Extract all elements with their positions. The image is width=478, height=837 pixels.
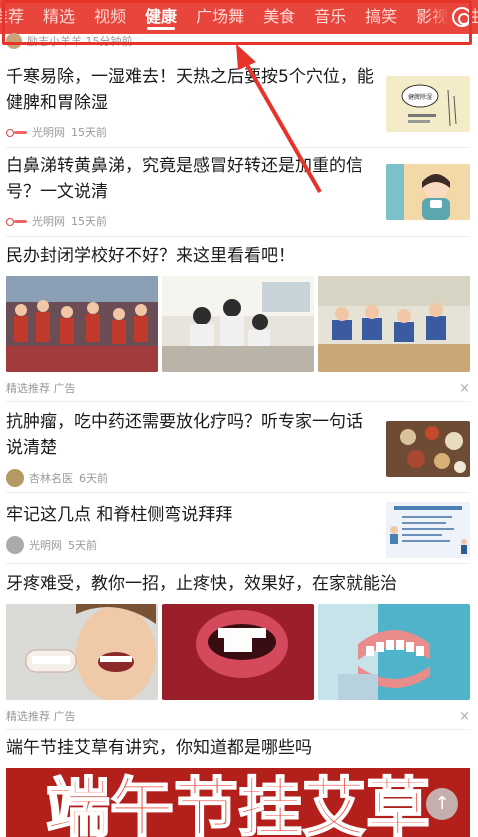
annotation-arrow-icon — [236, 44, 322, 193]
